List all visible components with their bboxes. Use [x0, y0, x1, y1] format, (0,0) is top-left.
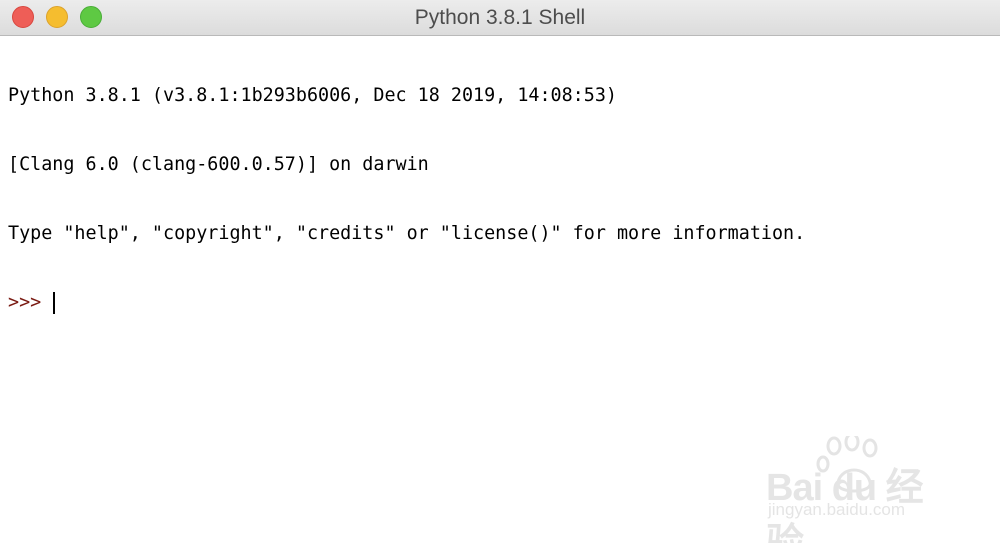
prompt-text: >>> [8, 292, 42, 313]
shell-console[interactable]: Python 3.8.1 (v3.8.1:1b293b6006, Dec 18 … [8, 38, 992, 360]
watermark-url: jingyan.baidu.com [768, 500, 906, 519]
prompt-line[interactable]: >>> [8, 291, 992, 314]
title-bar[interactable]: Python 3.8.1 Shell [0, 0, 1000, 36]
text-cursor [53, 291, 56, 314]
window-title: Python 3.8.1 Shell [414, 6, 586, 29]
console-line: Type "help", "copyright", "credits" or "… [8, 223, 806, 244]
python-shell-window: Python 3.8.1 Shell Python 3.8.1 (v3.8.1:… [0, 0, 1000, 543]
console-line: [Clang 6.0 (clang-600.0.57)] on darwin [8, 154, 429, 175]
watermark: Bai du 经验 jingyan.baidu.com [766, 436, 956, 543]
console-line: Python 3.8.1 (v3.8.1:1b293b6006, Dec 18 … [8, 85, 617, 106]
